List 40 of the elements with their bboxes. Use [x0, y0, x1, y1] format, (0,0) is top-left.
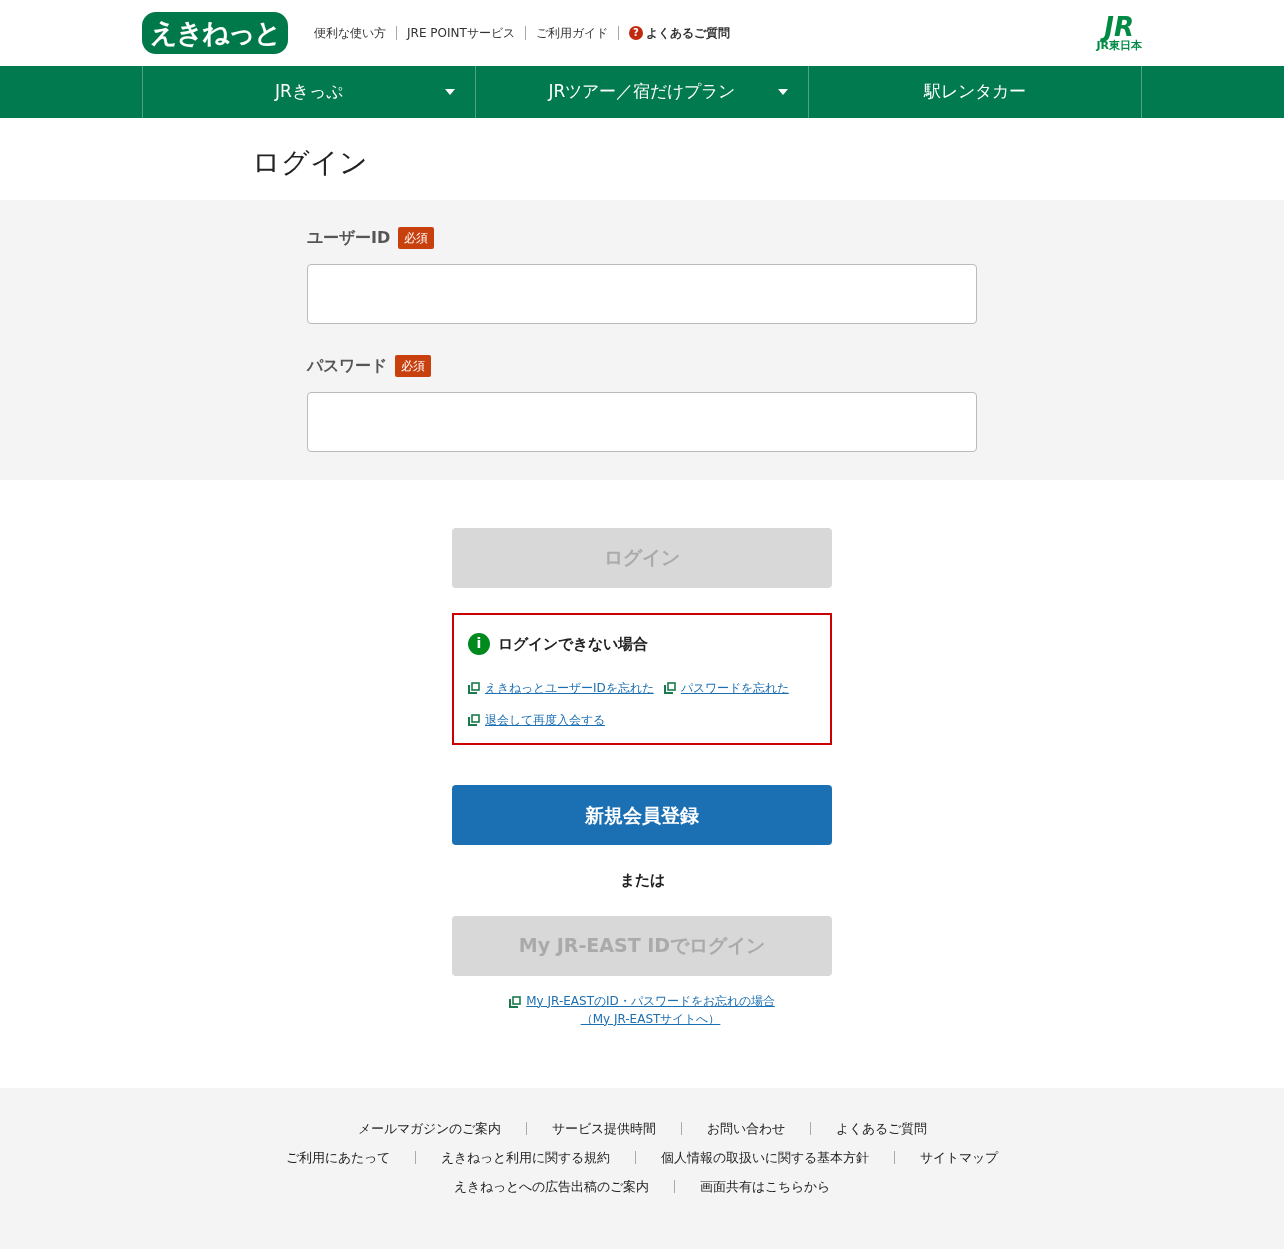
required-badge: 必須: [395, 354, 431, 377]
caret-icon: [778, 89, 788, 95]
field-label: ユーザーID: [307, 226, 391, 249]
footer-link[interactable]: 個人情報の取扱いに関する基本方針: [635, 1150, 894, 1164]
page-title: ログイン: [252, 145, 369, 181]
nav-menu-item[interactable]: JRツアー／宿だけプラン: [475, 66, 808, 118]
forgot-myjr-link[interactable]: My JR-EASTのID・パスワードをお忘れの場合 （My JR-EASTサイトへ）: [526, 991, 775, 1028]
footer-link[interactable]: メールマガジンのご案内: [332, 1121, 526, 1135]
input-field[interactable]: [307, 391, 977, 452]
field-label: パスワード: [307, 354, 387, 377]
external-link-icon: [509, 995, 522, 1008]
or-text: または: [618, 870, 666, 892]
input-field[interactable]: [307, 263, 977, 324]
footer-link[interactable]: お問い合わせ: [680, 1121, 810, 1135]
external-link-icon: [468, 682, 480, 695]
caret-icon: [445, 89, 455, 95]
help-icon: ?: [628, 26, 643, 40]
footer-link[interactable]: えきねっとへの広告出稿のご案内: [429, 1179, 674, 1193]
footer-link[interactable]: サイトマップ: [894, 1150, 1023, 1164]
footer-link[interactable]: えきねっと利用に関する規約: [415, 1150, 635, 1164]
header-link[interactable]: ? よくあるご質問: [617, 26, 740, 40]
info-icon: i: [468, 632, 490, 655]
required-badge: 必須: [398, 226, 435, 249]
external-link-icon: [663, 682, 676, 695]
help-title: ログインできない場合: [498, 633, 648, 655]
header-link[interactable]: 便利な使い方: [304, 26, 396, 40]
footer-link[interactable]: サービス提供時間: [525, 1121, 681, 1135]
nav-menu-item[interactable]: JRきっぷ: [142, 66, 475, 118]
help-link[interactable]: えきねっとユーザーIDを忘れた: [485, 679, 654, 698]
external-link-icon: [468, 714, 480, 727]
nav-menu-item[interactable]: 駅レンタカー: [808, 66, 1142, 118]
help-link[interactable]: パスワードを忘れた: [680, 679, 789, 698]
header-link[interactable]: ご利用ガイド: [524, 26, 618, 40]
register-button[interactable]: 新規会員登録: [452, 785, 832, 846]
footer-link[interactable]: 画面共有はこちらから: [674, 1179, 855, 1193]
footer-link[interactable]: よくあるご質問: [809, 1121, 952, 1135]
footer-link[interactable]: ご利用にあたって: [261, 1150, 415, 1164]
help-link[interactable]: 退会して再度入会する: [485, 711, 605, 730]
site-logo[interactable]: えきねっと: [142, 12, 288, 54]
header-link[interactable]: JRE POINTサービス: [396, 26, 525, 40]
